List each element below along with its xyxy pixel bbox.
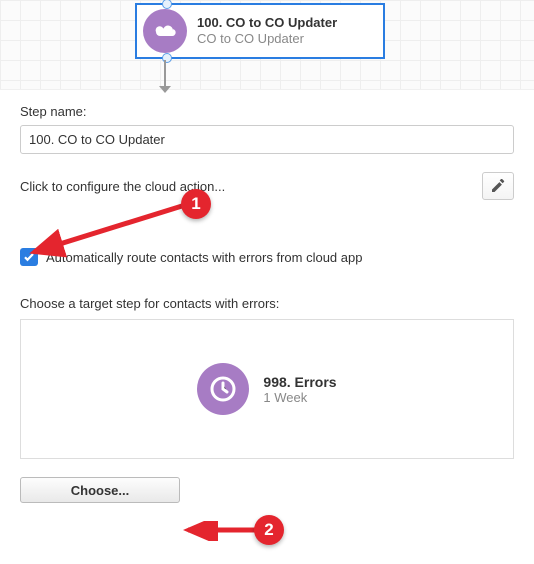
target-step-label: Choose a target step for contacts with e… bbox=[20, 296, 514, 311]
auto-route-label: Automatically route contacts with errors… bbox=[46, 250, 362, 265]
target-step-title: 998. Errors bbox=[263, 374, 336, 390]
workflow-canvas: 100. CO to CO Updater CO to CO Updater bbox=[0, 0, 534, 90]
choose-button[interactable]: Choose... bbox=[20, 477, 180, 503]
auto-route-checkbox[interactable] bbox=[20, 248, 38, 266]
annotation-arrow-2 bbox=[180, 521, 260, 541]
pencil-icon bbox=[491, 179, 505, 193]
annotation-callout-2: 2 bbox=[254, 515, 284, 545]
target-step-subtitle: 1 Week bbox=[263, 390, 336, 405]
cloud-icon bbox=[143, 9, 187, 53]
annotation-callout-1: 1 bbox=[181, 189, 211, 219]
node-title: 100. CO to CO Updater bbox=[197, 15, 337, 31]
edit-button[interactable] bbox=[482, 172, 514, 200]
step-config-panel: Step name: Click to configure the cloud … bbox=[0, 90, 534, 523]
connector-arrow bbox=[159, 86, 171, 93]
target-step-node[interactable]: 998. Errors 1 Week bbox=[197, 363, 336, 415]
step-name-input[interactable] bbox=[20, 125, 514, 154]
workflow-node-selected[interactable]: 100. CO to CO Updater CO to CO Updater bbox=[135, 3, 385, 59]
node-subtitle: CO to CO Updater bbox=[197, 31, 337, 47]
step-name-label: Step name: bbox=[20, 104, 514, 119]
check-icon bbox=[23, 251, 35, 263]
target-step-box: 998. Errors 1 Week bbox=[20, 319, 514, 459]
clock-icon bbox=[197, 363, 249, 415]
node-port-in[interactable] bbox=[162, 0, 172, 9]
